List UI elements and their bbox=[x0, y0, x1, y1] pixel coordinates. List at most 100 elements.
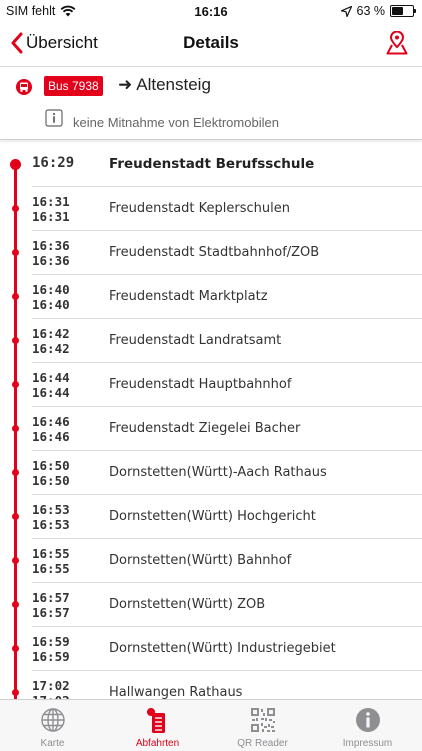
departure-time: 16:53 bbox=[32, 517, 70, 532]
stop-name: Freudenstadt Marktplatz bbox=[109, 289, 268, 304]
stop-row[interactable]: 16:42 16:42 Freudenstadt Landratsamt bbox=[0, 319, 422, 363]
globe-icon bbox=[40, 708, 65, 732]
stop-name: Freudenstadt Ziegelei Bacher bbox=[109, 421, 301, 436]
battery-percent: 63 % bbox=[356, 4, 386, 18]
stop-row[interactable]: 16:55 16:55 Dornstetten(Württ) Bahnhof bbox=[0, 539, 422, 583]
stop-times: 16:55 16:55 bbox=[32, 546, 70, 576]
arrival-time: 16:53 bbox=[32, 502, 70, 517]
route-header: Bus 7938 ➜ Altensteig bbox=[0, 67, 422, 107]
stop-marker bbox=[12, 557, 19, 564]
departure-time: 16:31 bbox=[32, 209, 70, 224]
tab-qr-reader[interactable]: QR Reader bbox=[210, 700, 315, 751]
stop-row[interactable]: 16:44 16:44 Freudenstadt Hauptbahnhof bbox=[0, 363, 422, 407]
stop-name: Freudenstadt Keplerschulen bbox=[109, 201, 290, 216]
stop-name: Hallwangen Rathaus bbox=[109, 685, 243, 699]
departure-time: 16:40 bbox=[32, 297, 70, 312]
stop-name: Dornstetten(Württ) Industriegebiet bbox=[109, 641, 336, 656]
arrival-time: 16:46 bbox=[32, 414, 70, 429]
stop-name: Freudenstadt Berufsschule bbox=[109, 156, 315, 172]
arrival-time: 16:55 bbox=[32, 546, 70, 561]
stop-marker bbox=[12, 293, 19, 300]
stop-times: 16:42 16:42 bbox=[32, 326, 70, 356]
stop-marker bbox=[12, 205, 19, 212]
battery-icon bbox=[390, 5, 416, 17]
stop-marker bbox=[12, 689, 19, 696]
stop-times: 16:59 16:59 bbox=[32, 634, 70, 664]
departure-time: 16:55 bbox=[32, 561, 70, 576]
stop-times: 16:50 16:50 bbox=[32, 458, 70, 488]
stop-row[interactable]: 16:40 16:40 Freudenstadt Marktplatz bbox=[0, 275, 422, 319]
stop-row[interactable]: 16:53 16:53 Dornstetten(Württ) Hochgericht bbox=[0, 495, 422, 539]
arrival-time: 16:50 bbox=[32, 458, 70, 473]
tab-label: QR Reader bbox=[237, 738, 288, 749]
departure-time: 16:42 bbox=[32, 341, 70, 356]
qr-code-icon bbox=[250, 708, 275, 732]
stop-row[interactable]: 16:36 16:36 Freudenstadt Stadtbahnhof/ZOB bbox=[0, 231, 422, 275]
tab-abfahrten[interactable]: Abfahrten bbox=[105, 700, 210, 751]
stop-name: Dornstetten(Württ) ZOB bbox=[109, 597, 266, 612]
stop-times: 16:40 16:40 bbox=[32, 282, 70, 312]
stop-row[interactable]: 16:50 16:50 Dornstetten(Württ)-Aach Rathau… bbox=[0, 451, 422, 495]
route-notice: keine Mitnahme von Elektromobilen bbox=[0, 107, 422, 140]
stop-times: 16:46 16:46 bbox=[32, 414, 70, 444]
departure-time: 16:57 bbox=[32, 605, 70, 620]
info-icon bbox=[355, 708, 380, 732]
arrival-time: 16:31 bbox=[32, 194, 70, 209]
departure-time: 16:50 bbox=[32, 473, 70, 488]
stop-row[interactable]: 16:46 16:46 Freudenstadt Ziegelei Bacher bbox=[0, 407, 422, 451]
status-bar: SIM fehlt 16:16 63 % bbox=[0, 0, 422, 22]
arrival-time: 16:29 bbox=[32, 155, 75, 171]
arrival-time: 16:42 bbox=[32, 326, 70, 341]
status-right: 63 % bbox=[340, 4, 416, 18]
navigation-bar: Übersicht Details bbox=[0, 22, 422, 67]
direction-arrow-icon: ➜ bbox=[118, 75, 133, 94]
stop-row[interactable]: 17:0217:02 Hallwangen Rathaus bbox=[0, 671, 422, 699]
stop-marker bbox=[12, 469, 19, 476]
stop-name: Freudenstadt Hauptbahnhof bbox=[109, 377, 292, 392]
stop-name: Freudenstadt Landratsamt bbox=[109, 333, 282, 348]
stop-name: Dornstetten(Württ)-Aach Rathaus bbox=[109, 465, 327, 480]
bus-icon bbox=[16, 79, 32, 95]
arrival-time: 16:44 bbox=[32, 370, 70, 385]
stop-marker bbox=[12, 601, 19, 608]
stop-row[interactable]: 16:29 Freudenstadt Berufsschule bbox=[0, 143, 422, 187]
stop-marker bbox=[12, 337, 19, 344]
stop-marker bbox=[12, 249, 19, 256]
stop-marker bbox=[12, 513, 19, 520]
arrival-time: 16:57 bbox=[32, 590, 70, 605]
departure-time: 16:59 bbox=[32, 649, 70, 664]
stop-times: 16:53 16:53 bbox=[32, 502, 70, 532]
route-destination: ➜ Altensteig bbox=[118, 75, 211, 95]
stop-name: Dornstetten(Württ) Hochgericht bbox=[109, 509, 316, 524]
location-arrow-icon bbox=[340, 5, 352, 17]
stop-times: 16:29 bbox=[32, 156, 74, 171]
departure-time: 16:46 bbox=[32, 429, 70, 444]
show-on-map-button[interactable] bbox=[386, 30, 408, 60]
departure-time: 16:36 bbox=[32, 253, 70, 268]
tab-label: Impressum bbox=[342, 738, 393, 749]
back-button-label: Übersicht bbox=[26, 33, 98, 52]
map-pin-icon bbox=[386, 30, 408, 55]
stop-row[interactable]: 16:57 16:57 Dornstetten(Württ) ZOB bbox=[0, 583, 422, 627]
notice-text: keine Mitnahme von Elektromobilen bbox=[73, 115, 279, 130]
battery-fill bbox=[392, 7, 403, 15]
stop-times: 16:31 16:31 bbox=[32, 194, 70, 224]
info-box-icon bbox=[45, 109, 63, 127]
departures-icon bbox=[146, 708, 165, 733]
stop-list[interactable]: 16:29 Freudenstadt Berufsschule 16:31 16:31… bbox=[0, 143, 422, 699]
stop-row[interactable]: 16:59 16:59 Dornstetten(Württ) Industriege… bbox=[0, 627, 422, 671]
stop-row[interactable]: 16:31 16:31 Freudenstadt Keplerschulen bbox=[0, 187, 422, 231]
tab-label: Karte bbox=[40, 738, 65, 749]
destination-label: Altensteig bbox=[136, 75, 211, 94]
tab-karte[interactable]: Karte bbox=[0, 700, 105, 751]
tab-impressum[interactable]: Impressum bbox=[315, 700, 420, 751]
stop-marker bbox=[12, 381, 19, 388]
stop-name: Dornstetten(Württ) Bahnhof bbox=[109, 553, 292, 568]
stop-marker bbox=[12, 425, 19, 432]
arrival-time: 16:59 bbox=[32, 634, 70, 649]
back-button[interactable]: Übersicht bbox=[10, 32, 98, 54]
departure-time: 16:44 bbox=[32, 385, 70, 400]
arrival-time: 16:40 bbox=[32, 282, 70, 297]
stop-name: Freudenstadt Stadtbahnhof/ZOB bbox=[109, 245, 320, 260]
stop-times: 16:36 16:36 bbox=[32, 238, 70, 268]
